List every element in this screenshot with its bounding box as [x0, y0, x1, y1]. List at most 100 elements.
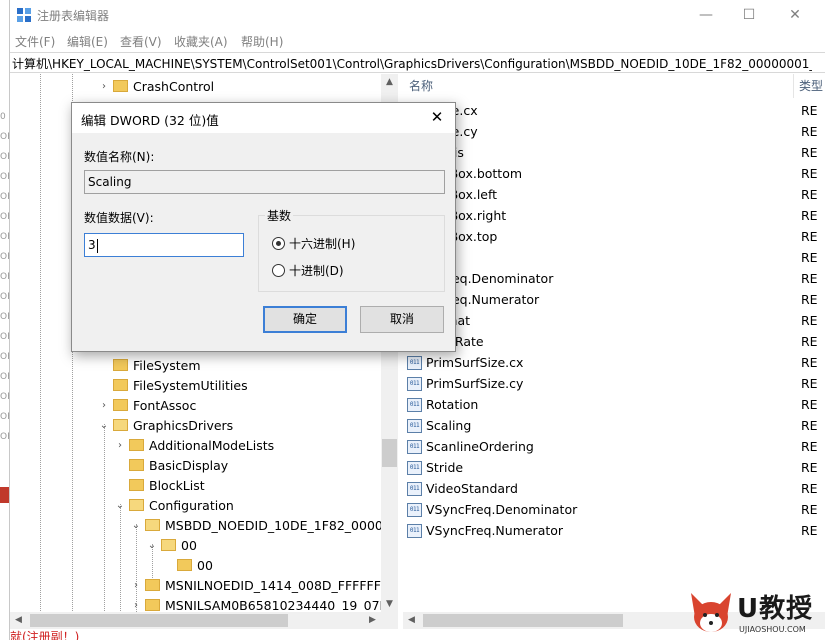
- radio-hex-icon[interactable]: [272, 236, 285, 250]
- tree-item-label[interactable]: FileSystemUtilities: [133, 378, 248, 393]
- value-row[interactable]: 011eSize.cyRE: [403, 122, 825, 143]
- tree-item[interactable]: FileSystemUtilities: [98, 375, 248, 395]
- tree-item[interactable]: › FontAssoc: [98, 395, 196, 415]
- value-row[interactable]: 011ClipBox.leftRE: [403, 185, 825, 206]
- scroll-left-icon[interactable]: ◀: [403, 612, 420, 629]
- value-row[interactable]: 011ncFreq.DenominatorRE: [403, 269, 825, 290]
- tree-item-label[interactable]: 00: [181, 538, 197, 553]
- tree-horizontal-scrollbar[interactable]: ◀ ▶: [10, 612, 398, 629]
- scroll-down-icon[interactable]: ▼: [381, 596, 398, 613]
- value-data-text[interactable]: 3: [88, 238, 96, 252]
- address-bar[interactable]: 计算机\HKEY_LOCAL_MACHINE\SYSTEM\ControlSet…: [10, 52, 825, 73]
- value-name[interactable]: ScanlineOrdering: [426, 439, 534, 454]
- value-row[interactable]: 011ClipBox.topRE: [403, 227, 825, 248]
- tree-item-label[interactable]: FontAssoc: [133, 398, 196, 413]
- expand-chevron-icon[interactable]: ›: [98, 81, 110, 92]
- radio-hex-label[interactable]: 十六进制(H): [289, 235, 355, 252]
- values-hscroll-thumb[interactable]: [423, 614, 623, 627]
- value-row[interactable]: 011PixelRateRE: [403, 332, 825, 353]
- tree-item[interactable]: ⌄ Configuration: [114, 495, 234, 515]
- tree-item[interactable]: ⌄ 00: [146, 535, 197, 555]
- maximize-button[interactable]: ☐: [726, 0, 772, 30]
- value-row[interactable]: 011 VSyncFreq.Numerator RE: [403, 521, 825, 542]
- radio-dec-label[interactable]: 十进制(D): [289, 262, 344, 279]
- tree-item-label[interactable]: Configuration: [149, 498, 234, 513]
- tree-item-label[interactable]: CrashControl: [133, 79, 214, 94]
- tree-item[interactable]: BasicDisplay: [114, 455, 228, 475]
- scroll-right-icon[interactable]: ▶: [364, 612, 381, 629]
- tree-item[interactable]: › MSNILNOEDID_1414_008D_FFFFFFFF_F: [130, 575, 397, 595]
- menu-view[interactable]: 查看(V): [120, 33, 162, 50]
- radio-decimal[interactable]: 十进制(D): [272, 262, 344, 278]
- tree-item-label[interactable]: FileSystem: [133, 358, 201, 373]
- tree-item-label[interactable]: MSNILNOEDID_1414_008D_FFFFFFFF_F: [165, 578, 397, 593]
- value-name[interactable]: VSyncFreq.Denominator: [426, 502, 577, 517]
- tree-item[interactable]: ⌄ GraphicsDrivers: [98, 415, 233, 435]
- value-row[interactable]: 011 Rotation RE: [403, 395, 825, 416]
- value-name[interactable]: PrimSurfSize.cx: [426, 355, 523, 370]
- column-header-type[interactable]: 类型: [799, 74, 823, 98]
- value-name[interactable]: VSyncFreq.Numerator: [426, 523, 563, 538]
- value-row[interactable]: 011 VideoStandard RE: [403, 479, 825, 500]
- value-row[interactable]: 011ClipBox.bottomRE: [403, 164, 825, 185]
- tree-item-label[interactable]: MSBDD_NOEDID_10DE_1F82_00000000: [165, 518, 397, 533]
- value-row[interactable]: 011 ScanlineOrdering RE: [403, 437, 825, 458]
- value-row[interactable]: 011eSize.cxRE: [403, 101, 825, 122]
- expand-chevron-icon[interactable]: ⌄: [114, 500, 126, 511]
- expand-chevron-icon[interactable]: ›: [130, 580, 142, 591]
- tree-hscroll-thumb[interactable]: [30, 614, 288, 627]
- cancel-button[interactable]: 取消: [360, 306, 444, 333]
- expand-chevron-icon[interactable]: ⌄: [98, 420, 110, 431]
- scroll-up-icon[interactable]: ▲: [381, 74, 398, 91]
- menu-help[interactable]: 帮助(H): [241, 33, 283, 50]
- column-header-name[interactable]: 名称: [409, 74, 433, 98]
- expand-chevron-icon[interactable]: ›: [98, 400, 110, 411]
- menu-file[interactable]: 文件(F): [15, 33, 55, 50]
- scroll-left-icon[interactable]: ◀: [10, 612, 27, 629]
- expand-chevron-icon[interactable]: ›: [130, 600, 142, 611]
- value-row[interactable]: 011FormatRE: [403, 311, 825, 332]
- tree-item[interactable]: › AdditionalModeLists: [114, 435, 274, 455]
- tree-scroll-thumb[interactable]: [382, 439, 397, 467]
- tree-item[interactable]: ⌄ MSBDD_NOEDID_10DE_1F82_00000000: [130, 515, 397, 535]
- tree-item-label[interactable]: GraphicsDrivers: [133, 418, 233, 433]
- close-window-button[interactable]: ✕: [772, 0, 818, 30]
- tree-item[interactable]: BlockList: [114, 475, 205, 495]
- radio-hexadecimal[interactable]: 十六进制(H): [272, 235, 355, 251]
- value-row[interactable]: 011ncFreq.NumeratorRE: [403, 290, 825, 311]
- value-name[interactable]: Rotation: [426, 397, 478, 412]
- menu-edit[interactable]: 编辑(E): [67, 33, 108, 50]
- address-path[interactable]: 计算机\HKEY_LOCAL_MACHINE\SYSTEM\ControlSet…: [12, 55, 812, 72]
- tree-item[interactable]: › CrashControl: [98, 76, 214, 96]
- ok-button[interactable]: 确定: [263, 306, 347, 333]
- expand-chevron-icon[interactable]: ⌄: [130, 520, 142, 531]
- value-row[interactable]: 011 PrimSurfSize.cx RE: [403, 353, 825, 374]
- menu-favorites[interactable]: 收藏夹(A): [174, 33, 228, 50]
- dialog-close-button[interactable]: ✕: [425, 106, 449, 128]
- value-name[interactable]: Stride: [426, 460, 463, 475]
- expand-chevron-icon[interactable]: ›: [114, 440, 126, 451]
- tree-item-label[interactable]: BlockList: [149, 478, 205, 493]
- value-data-input[interactable]: 3: [84, 233, 244, 257]
- tree-item-label[interactable]: MSNILSAM0B65810234440_19_07DE_: [165, 598, 397, 613]
- value-row[interactable]: 011 VSyncFreq.Denominator RE: [403, 500, 825, 521]
- tree-item-label[interactable]: BasicDisplay: [149, 458, 228, 473]
- value-row[interactable]: 011 Stride RE: [403, 458, 825, 479]
- value-row[interactable]: 011RE: [403, 248, 825, 269]
- minimize-button[interactable]: —: [683, 0, 729, 30]
- values-pane[interactable]: 名称 类型 011eSize.cxRE011eSize.cyRE011rBasi…: [403, 74, 825, 629]
- radio-dec-icon[interactable]: [272, 263, 285, 277]
- value-name[interactable]: VideoStandard: [426, 481, 518, 496]
- tree-item[interactable]: 00: [162, 555, 213, 575]
- value-name[interactable]: Scaling: [426, 418, 471, 433]
- column-separator[interactable]: [793, 74, 794, 98]
- value-row[interactable]: 011 Scaling RE: [403, 416, 825, 437]
- value-row[interactable]: 011ClipBox.rightRE: [403, 206, 825, 227]
- expand-chevron-icon[interactable]: ⌄: [146, 540, 158, 551]
- tree-item[interactable]: FileSystem: [98, 355, 201, 375]
- value-name[interactable]: PrimSurfSize.cy: [426, 376, 523, 391]
- tree-item-label[interactable]: AdditionalModeLists: [149, 438, 274, 453]
- value-row[interactable]: 011 PrimSurfSize.cy RE: [403, 374, 825, 395]
- tree-item-label[interactable]: 00: [197, 558, 213, 573]
- value-row[interactable]: 011rBasisRE: [403, 143, 825, 164]
